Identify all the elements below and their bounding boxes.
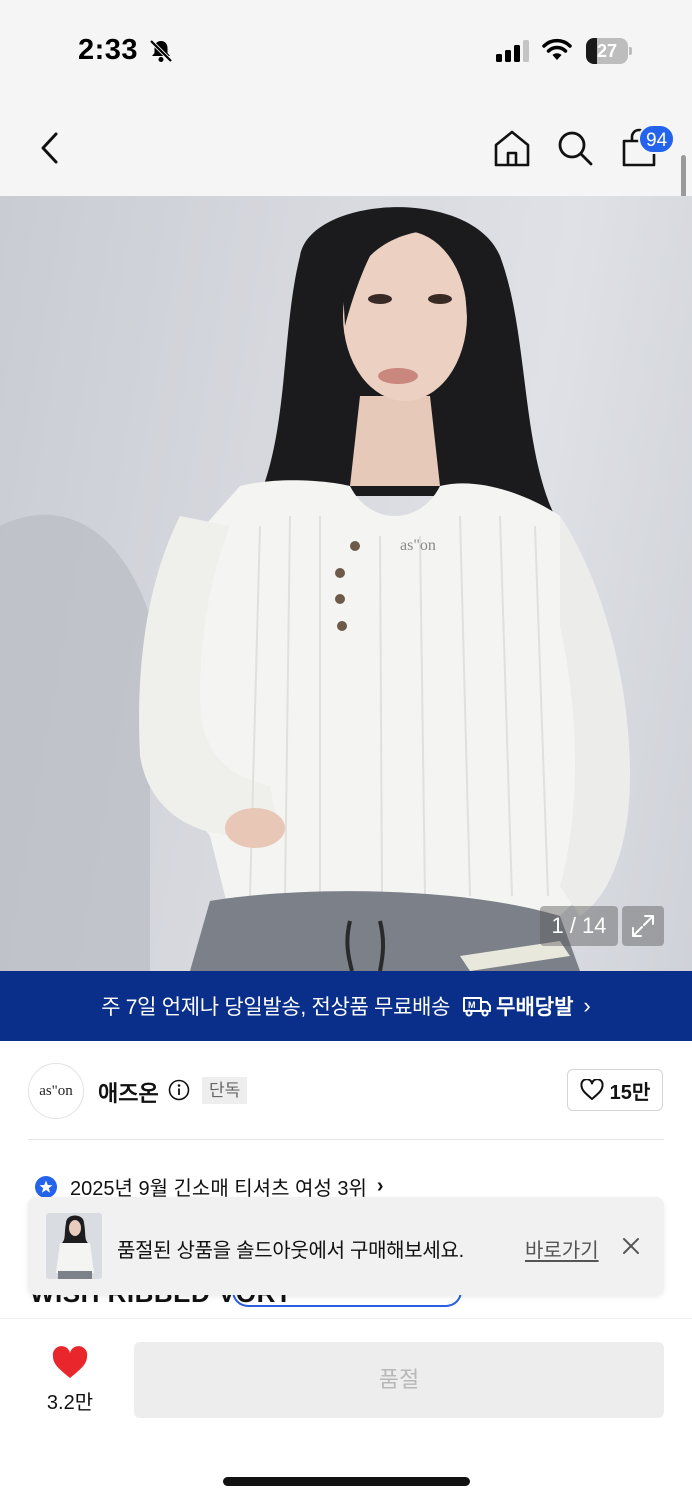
chevron-right-icon: › [583,993,591,1018]
divider [28,1139,664,1140]
wishlist-count: 3.2만 [46,1392,94,1414]
search-button[interactable] [553,126,597,170]
chevron-right-icon: › [376,1175,384,1197]
soldout-button[interactable]: 품절 [134,1342,664,1418]
svg-text:M: M [468,1000,476,1010]
top-navigation [0,100,692,196]
chevron-left-icon [41,132,58,164]
brand-name[interactable]: 애즈온 [98,1076,159,1108]
product-photo: as"on [0,207,630,971]
home-button[interactable] [490,126,534,170]
bell-off-icon [149,39,173,63]
home-indicator [223,1477,470,1486]
battery-indicator: 27 [586,38,632,64]
expand-image-button[interactable] [622,906,664,946]
toast-message: 품절된 상품을 솔드아웃에서 구매해보세요. [117,1240,464,1262]
info-icon[interactable] [168,1079,190,1101]
status-bar: 2:33 27 [0,0,692,100]
signal-icon [496,40,529,62]
home-icon [494,130,530,167]
soldout-toast: 품절된 상품을 솔드아웃에서 구매해보세요. 바로가기 [28,1197,664,1295]
toast-product-thumbnail [46,1213,102,1279]
brand-like-button[interactable]: 15만 [567,1069,663,1111]
shipping-logo: M 무배당발 [462,991,573,1021]
image-counter: 1 / 14 [540,906,618,946]
shipping-banner-text: 주 7일 언제나 당일발송, 전상품 무료배송 [101,996,451,1019]
battery-level: 27 [596,41,618,61]
product-image[interactable]: as"on [0,196,692,971]
search-icon [558,131,593,166]
ranking-star-icon [35,1175,57,1198]
cart-count-badge: 94 [638,124,676,154]
exclusive-badge: 단독 [202,1077,248,1104]
status-time: 2:33 [78,34,139,66]
close-icon[interactable] [618,1233,644,1259]
heart-outline-icon [580,1079,604,1100]
back-button[interactable] [28,126,72,170]
brand-avatar[interactable]: as"on [28,1063,84,1119]
shipping-banner[interactable]: 주 7일 언제나 당일발송, 전상품 무료배송 M 무배당발 › [0,971,692,1041]
heart-filled-icon [52,1346,88,1378]
shipping-logo-text: 무배당발 [496,996,574,1019]
shirt-logo-text: as"on [400,537,436,554]
wishlist-button[interactable]: 3.2만 [30,1346,110,1414]
brand-like-count: 15만 [609,1081,651,1104]
wifi-icon [542,38,572,60]
delivery-truck-icon: M [463,997,492,1017]
toast-go-link[interactable]: 바로가기 [525,1234,599,1263]
expand-icon [632,915,654,937]
